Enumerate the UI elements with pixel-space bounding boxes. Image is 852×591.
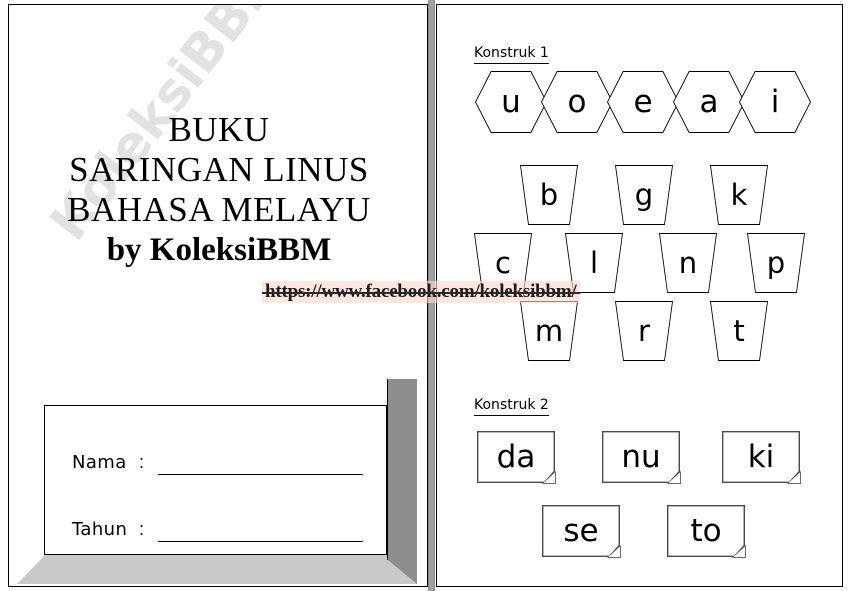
syllable-card-se[interactable]: se — [542, 505, 621, 558]
hex-tile-a[interactable]: a — [673, 71, 745, 133]
hex-letter: i — [770, 83, 780, 120]
right-page-letter-cards: KoleksiBBM fb: koleksibbm Konstruk 1 u o… — [436, 4, 843, 587]
trap-letter: k — [730, 177, 748, 212]
cover-title-line-3: BAHASA MELAYU — [67, 189, 371, 229]
syllable-card-da[interactable]: da — [477, 431, 556, 484]
page-gutter-divider — [428, 0, 435, 591]
section-label-konstruk-1: Konstruk 1 — [474, 45, 549, 64]
syllable-card-to[interactable]: to — [667, 505, 746, 558]
trap-tile-k[interactable]: k — [710, 165, 768, 225]
trap-tile-l[interactable]: l — [565, 233, 623, 293]
trap-tile-n[interactable]: n — [659, 233, 717, 293]
trap-tile-c[interactable]: c — [474, 233, 532, 293]
trap-letter: l — [589, 245, 599, 280]
cover-title-line-1: BUKU — [168, 110, 270, 149]
separator-nama: : — [139, 452, 145, 472]
card-syllable: to — [690, 512, 722, 549]
name-plate-frame: Nama : Tahun : — [17, 379, 417, 584]
syllable-card-nu[interactable]: nu — [602, 431, 681, 484]
trap-tile-p[interactable]: p — [747, 233, 805, 293]
card-syllable: nu — [621, 438, 661, 475]
trap-letter: c — [495, 245, 511, 280]
separator-tahun: : — [139, 519, 145, 539]
hex-letter: u — [501, 83, 521, 120]
section-label-konstruk-2: Konstruk 2 — [474, 397, 549, 416]
trap-letter: m — [534, 313, 564, 348]
frame-bevel-top — [17, 379, 417, 405]
trap-tile-b[interactable]: b — [520, 165, 578, 225]
label-tahun: Tahun — [72, 519, 128, 540]
frame-bevel-bottom — [17, 555, 417, 584]
cover-title-line-2: SARINGAN LINUS — [69, 149, 369, 189]
hex-tile-e[interactable]: e — [607, 71, 679, 133]
nama-write-line[interactable] — [158, 474, 363, 475]
hex-tile-u[interactable]: u — [475, 71, 547, 133]
frame-bevel-right — [387, 379, 417, 584]
trap-letter: p — [766, 245, 786, 280]
hex-tile-i[interactable]: i — [739, 71, 811, 133]
hex-tile-o[interactable]: o — [541, 71, 613, 133]
trap-letter: r — [638, 313, 650, 348]
trap-letter: t — [733, 313, 745, 348]
hex-letter: o — [567, 83, 587, 120]
cover-byline: by KoleksiBBM — [106, 231, 332, 268]
hex-letter: e — [633, 83, 653, 120]
trap-tile-r[interactable]: r — [615, 301, 673, 361]
trap-letter: n — [678, 245, 698, 280]
cover-title-block: BUKU SARINGAN LINUS BAHASA MELAYU by Kol… — [9, 110, 427, 269]
name-plate-inner: Nama : Tahun : — [44, 405, 387, 555]
tahun-write-line[interactable] — [158, 541, 363, 542]
book-spread: KoleksiBBM BUKU SARINGAN LINUS BAHASA ME… — [0, 0, 852, 591]
field-row-tahun: Tahun : — [45, 519, 386, 549]
trap-letter: b — [539, 177, 559, 212]
syllable-card-ki[interactable]: ki — [722, 431, 801, 484]
trap-tile-t[interactable]: t — [710, 301, 768, 361]
left-page-cover: KoleksiBBM BUKU SARINGAN LINUS BAHASA ME… — [8, 4, 428, 587]
label-nama: Nama — [72, 452, 127, 473]
frame-bevel-left — [17, 379, 44, 584]
trap-tile-m[interactable]: m — [520, 301, 578, 361]
field-row-nama: Nama : — [45, 452, 386, 482]
card-syllable: ki — [747, 438, 775, 475]
hex-letter: a — [699, 83, 719, 120]
card-syllable: da — [496, 438, 536, 475]
card-syllable: se — [563, 512, 599, 549]
trap-tile-g[interactable]: g — [615, 165, 673, 225]
trap-letter: g — [634, 177, 654, 212]
